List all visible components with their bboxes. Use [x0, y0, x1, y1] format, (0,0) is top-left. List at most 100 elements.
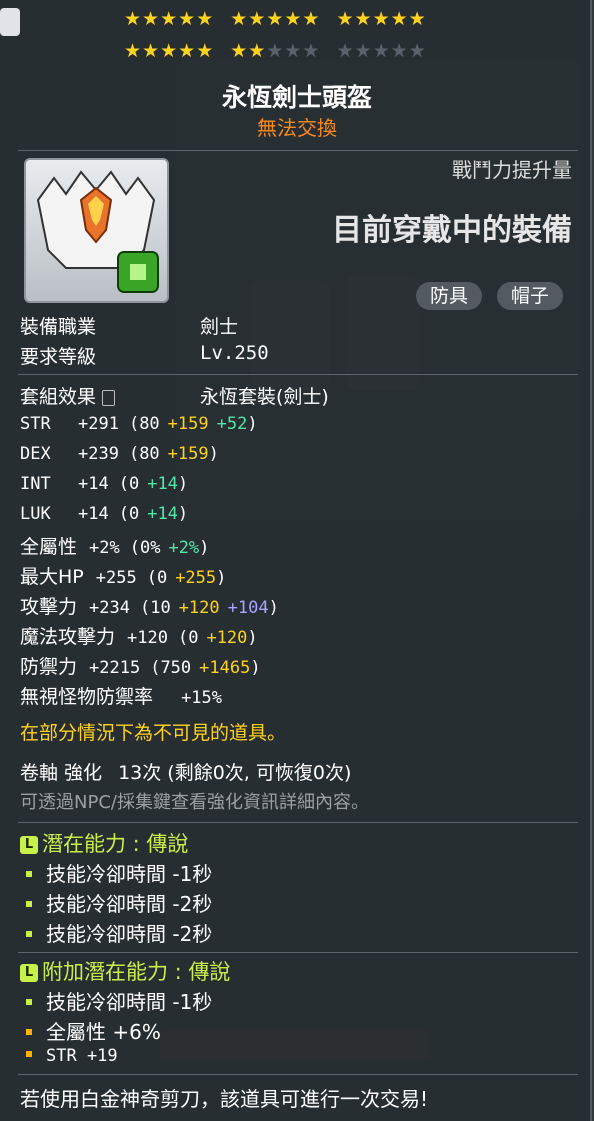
stat-base: (80: [128, 444, 160, 464]
ignore-def-value: +15%: [181, 688, 223, 708]
divider: [18, 150, 578, 151]
invisible-note: 在部分情況下為不可見的道具。: [20, 722, 287, 744]
stat-line: 魔法攻擊力 +120 (0 +120): [20, 622, 258, 649]
potential-title-row: L 潛在能力 : 傳說: [20, 828, 188, 858]
stat-close: ): [208, 444, 219, 464]
legendary-icon: L: [20, 836, 38, 854]
star-icon: ★: [390, 8, 409, 30]
job-label: 裝備職業: [20, 316, 97, 338]
combat-power-label: 戰鬥力提升量: [452, 158, 572, 182]
star-icon: ★: [390, 40, 409, 62]
bullet-icon: [26, 998, 32, 1005]
star-group: ★★★★★: [230, 8, 320, 30]
bullet-icon: [26, 1051, 32, 1057]
stat-name: 攻擊力: [20, 596, 78, 618]
stat-base: (0: [177, 628, 199, 648]
bonus-potential-line: STR +19: [20, 1046, 118, 1066]
stat-close: ): [177, 474, 189, 494]
scroll-label: 卷軸 強化: [20, 762, 103, 784]
scroll-value: 13次 (剩餘0次, 可恢復0次): [118, 762, 352, 784]
item-name: 永恆劍士頭盔: [221, 83, 372, 112]
stat-bonus: +255: [175, 568, 217, 588]
stat-line: INT +14 (0 +14): [20, 472, 188, 494]
stat-enhance: +2%: [168, 538, 200, 558]
divider: [18, 374, 578, 375]
star-icon: ★: [178, 40, 197, 62]
star-icon: ★: [408, 40, 427, 62]
corner-gem-icon: [0, 8, 20, 36]
bullet-icon: [26, 1028, 32, 1035]
stat-enhance: +14: [147, 504, 178, 524]
divider: [18, 822, 578, 823]
star-icon: ★: [408, 8, 427, 30]
star-icon: ★: [248, 8, 267, 30]
bullet-icon: [26, 870, 32, 877]
stat-close: ): [199, 538, 210, 558]
star-icon: ★: [124, 40, 143, 62]
stat-total: +234: [89, 598, 130, 618]
starforce-row-1: ★★★★★ ★★★★★ ★★★★★: [124, 9, 427, 29]
stat-total: +255: [95, 568, 137, 588]
potential-line: 技能冷卻時間 -2秒: [20, 888, 212, 917]
item-icon-frame: [24, 158, 169, 303]
stat-bonus: +159: [167, 444, 209, 464]
stat-close: ): [268, 598, 279, 618]
scroll-row: 卷軸 強化 13次 (剩餘0次, 可恢復0次): [20, 758, 351, 785]
star-icon: ★: [336, 40, 355, 62]
combat-power-value: 目前穿戴中的裝備: [332, 213, 572, 248]
star-icon: ★: [284, 8, 303, 30]
stat-name: STR: [20, 414, 51, 434]
star-icon: ★: [178, 8, 197, 30]
star-icon: ★: [372, 8, 391, 30]
set-value: 永恆套裝(劍士): [200, 386, 329, 408]
star-icon: ★: [124, 8, 143, 30]
stat-line: 防禦力 +2215 (750 +1465): [20, 652, 261, 679]
stat-name: LUK: [20, 504, 51, 524]
npc-note: 可透過NPC/採集鍵查看強化資訊詳細內容。: [20, 792, 369, 813]
stat-total: +14: [78, 504, 109, 524]
bonus-potential-title: 附加潛在能力 : 傳說: [42, 960, 231, 984]
bullet-icon: [26, 900, 32, 907]
bonus-potential-line: 技能冷卻時間 -1秒: [20, 986, 212, 1015]
star-group: ★★★★★: [336, 8, 426, 30]
stat-base: (0: [118, 474, 140, 494]
star-icon: ★: [230, 8, 249, 30]
star-group: ★★★★★: [124, 40, 214, 62]
stat-line: 攻擊力 +234 (10 +120 +104): [20, 592, 279, 619]
stat-name: 防禦力: [20, 656, 78, 678]
tag-hat: 帽子: [497, 282, 564, 310]
star-icon: ★: [354, 40, 373, 62]
set-row: 套組效果 永恆套裝(劍士): [20, 382, 329, 409]
divider: [18, 952, 578, 953]
bonus-potential-line: 全屬性 +6%: [20, 1016, 161, 1045]
footer-note: 若使用白金神奇剪刀，該道具可進行一次交易!: [20, 1087, 429, 1111]
tag-armor: 防具: [416, 282, 483, 310]
stat-line: STR +291 (80 +159 +52): [20, 412, 258, 434]
stat-bonus: +120: [206, 628, 248, 648]
ignore-def-label: 無視怪物防禦率: [20, 686, 154, 708]
star-icon: ★: [248, 40, 267, 62]
stat-base: (10: [139, 598, 171, 618]
stat-total: +14: [78, 474, 109, 494]
lock-icon: [102, 389, 116, 406]
stat-total: +239: [78, 444, 119, 464]
job-row: 裝備職業 劍士: [20, 312, 238, 339]
star-icon: ★: [266, 40, 285, 62]
trade-status: 無法交換: [257, 116, 337, 140]
stat-name: DEX: [20, 444, 51, 464]
bonus-potential-title-row: L 附加潛在能力 : 傳說: [20, 956, 230, 986]
stat-line: LUK +14 (0 +14): [20, 502, 188, 524]
level-row: 要求等級 Lv.250: [20, 342, 269, 369]
level-label: 要求等級: [20, 346, 97, 368]
stat-name: INT: [20, 474, 51, 494]
helmet-icon: [36, 170, 159, 293]
stat-base: (750: [150, 658, 192, 678]
star-icon: ★: [160, 8, 179, 30]
stat-total: +291: [78, 414, 119, 434]
stat-close: ): [250, 658, 261, 678]
star-icon: ★: [160, 40, 179, 62]
star-icon: ★: [302, 8, 321, 30]
level-value: Lv.250: [200, 342, 269, 364]
potential-title: 潛在能力 : 傳說: [42, 832, 189, 856]
stat-bonus: +1465: [199, 658, 251, 678]
